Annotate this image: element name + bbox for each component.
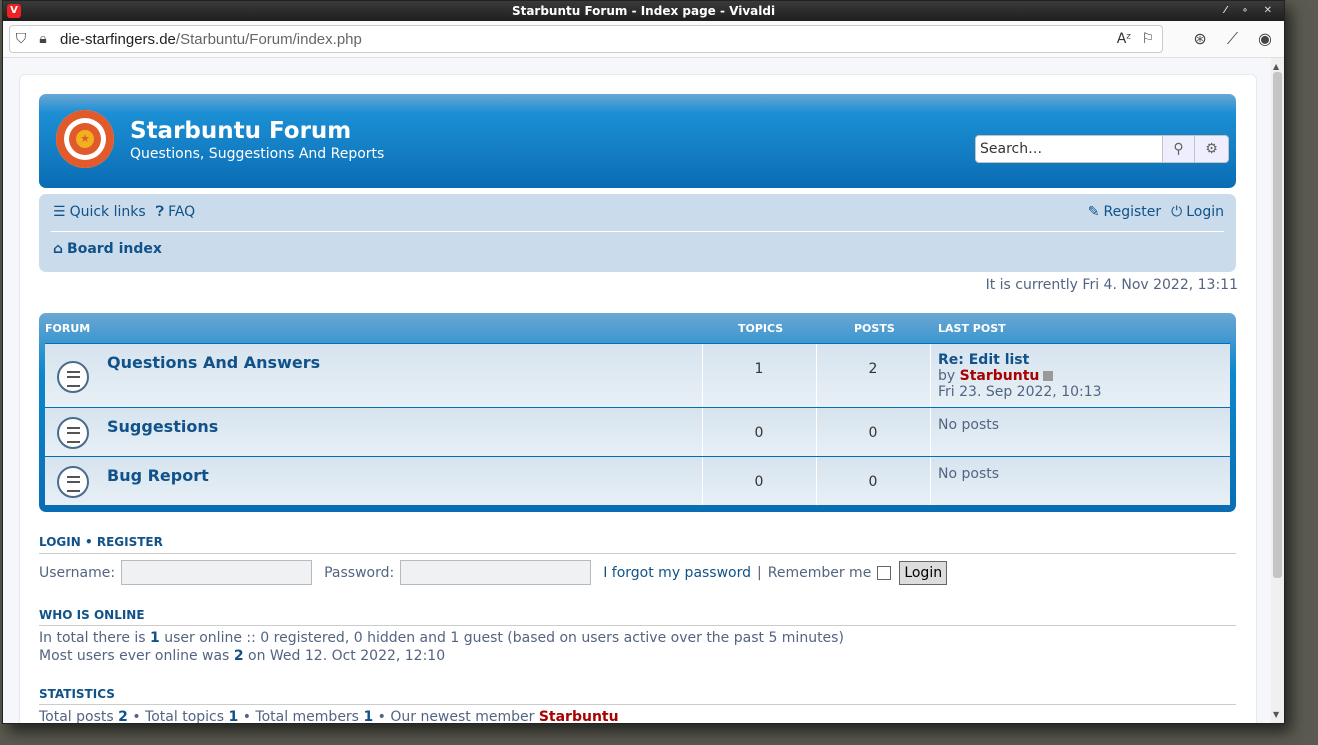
login-button[interactable]: Login	[899, 560, 948, 585]
globe-icon[interactable]: ◉	[1258, 29, 1272, 49]
address-bar: ⛉ 🔒︎ die-starfingers.de/Starbuntu/Forum/…	[3, 21, 1284, 58]
forum-title-link[interactable]: Questions And Answers	[107, 353, 320, 372]
remember-me-checkbox[interactable]	[877, 565, 892, 580]
register-link[interactable]: ✎ Register	[1088, 204, 1161, 220]
posts-count: 2	[868, 361, 878, 377]
current-time: It is currently Fri 4. Nov 2022, 13:11	[985, 277, 1238, 293]
header-posts: POSTS	[854, 322, 895, 335]
breadcrumb[interactable]: ⌂ Board index	[53, 241, 162, 257]
header-last-post: LAST POST	[938, 322, 1006, 335]
statistics-line: Total posts 2 • Total topics 1 • Total m…	[39, 709, 619, 723]
bookmark-icon[interactable]: ⚐	[1141, 31, 1154, 47]
shield-icon[interactable]: ⛉	[10, 31, 32, 47]
posts-count: 0	[868, 425, 878, 441]
quick-links-menu[interactable]: ☰ Quick links	[53, 204, 146, 220]
last-post-user-link[interactable]: Starbuntu	[960, 368, 1040, 384]
steering-wheel-icon[interactable]: ⊛	[1193, 29, 1206, 49]
advanced-search-button[interactable]: ⚙	[1195, 135, 1229, 163]
online-total: In total there is 1 user online :: 0 reg…	[39, 630, 844, 646]
title-bar: V Starbuntu Forum - Index page - Vivaldi…	[3, 1, 1284, 21]
lock-icon[interactable]: 🔒︎	[32, 31, 54, 47]
url-field[interactable]: ⛉ 🔒︎ die-starfingers.de/Starbuntu/Forum/…	[9, 25, 1163, 53]
last-post-title-link[interactable]: Re: Edit list	[938, 352, 1029, 368]
register-section-link[interactable]: REGISTER	[97, 535, 163, 549]
question-icon: ❓︎	[155, 204, 165, 220]
login-section-link[interactable]: LOGIN	[39, 535, 81, 549]
forum-title-link[interactable]: Bug Report	[107, 466, 209, 485]
login-link[interactable]: ⏻ Login	[1171, 204, 1224, 220]
header-forum: FORUM	[45, 322, 91, 335]
forum-row: Bug Report 0 0 No posts	[45, 456, 1230, 505]
topics-count: 0	[754, 425, 764, 441]
edit-icon: ✎	[1087, 204, 1100, 220]
login-form: Username: Password: I forgot my password…	[39, 560, 948, 585]
forum-row: Suggestions 0 0 No posts	[45, 407, 1230, 456]
statistics-heading: STATISTICS	[39, 687, 115, 701]
page-viewport: ★ Starbuntu Forum Questions, Suggestions…	[3, 58, 1271, 723]
topics-count: 0	[754, 474, 764, 490]
header-topics: TOPICS	[738, 322, 784, 335]
password-label: Password:	[324, 564, 395, 581]
site-header: ★ Starbuntu Forum Questions, Suggestions…	[39, 94, 1236, 188]
password-input[interactable]	[400, 560, 592, 585]
view-latest-post-icon[interactable]	[1043, 371, 1054, 381]
site-logo-icon[interactable]: ★	[56, 110, 114, 168]
scroll-up-icon[interactable]: ▲	[1273, 62, 1279, 71]
site-title[interactable]: Starbuntu Forum	[130, 118, 351, 144]
search-icon: ⚲	[1173, 141, 1184, 157]
window-controls[interactable]: ⁄ ∘ ✕	[1225, 1, 1278, 21]
forgot-password-link[interactable]: I forgot my password	[603, 565, 751, 581]
search-input[interactable]	[975, 135, 1163, 163]
navbar: ☰ Quick links ❓︎ FAQ ✎ Register ⏻ Login ⌂ Boa…	[39, 194, 1236, 272]
translate-icon[interactable]: Aᶻ	[1117, 31, 1132, 47]
username-input[interactable]	[121, 560, 313, 585]
forum-read-icon	[57, 417, 89, 449]
newest-member-link[interactable]: Starbuntu	[539, 709, 619, 723]
search-button[interactable]: ⚲	[1163, 135, 1195, 163]
remember-me-label: Remember me	[767, 564, 872, 581]
vertical-scrollbar[interactable]: ▲ ▼	[1271, 58, 1284, 723]
no-posts-text: No posts	[938, 417, 1000, 433]
last-post-info: Re: Edit list by Starbuntu Fri 23. Sep 2…	[938, 352, 1102, 400]
login-register-heading: LOGIN • REGISTER	[39, 535, 163, 549]
faq-link[interactable]: ❓︎ FAQ	[156, 204, 196, 220]
topics-count: 1	[754, 361, 764, 377]
forum-page: ★ Starbuntu Forum Questions, Suggestions…	[19, 74, 1257, 723]
scroll-down-icon[interactable]: ▼	[1273, 710, 1279, 719]
forum-read-icon	[57, 361, 89, 393]
last-post-date: Fri 23. Sep 2022, 10:13	[938, 384, 1102, 400]
username-label: Username:	[39, 564, 116, 581]
bars-icon: ☰	[53, 204, 66, 220]
vivaldi-logo-icon[interactable]: V	[7, 4, 21, 18]
home-icon: ⌂	[53, 241, 64, 257]
power-icon: ⏻	[1171, 204, 1183, 220]
gear-icon: ⚙	[1205, 141, 1218, 157]
who-is-online-heading: WHO IS ONLINE	[39, 608, 145, 622]
posts-count: 0	[868, 474, 878, 490]
url-text[interactable]: die-starfingers.de/Starbuntu/Forum/index…	[60, 31, 362, 48]
forum-title-link[interactable]: Suggestions	[107, 417, 218, 436]
scrollbar-thumb[interactable]	[1273, 72, 1282, 578]
forum-read-icon	[57, 466, 89, 498]
window-title: Starbuntu Forum - Index page - Vivaldi	[511, 4, 776, 18]
reader-icon[interactable]: ⟋	[1227, 29, 1238, 49]
browser-window: V Starbuntu Forum - Index page - Vivaldi…	[2, 0, 1285, 724]
search-box: ⚲ ⚙	[975, 135, 1229, 163]
site-description: Questions, Suggestions And Reports	[130, 146, 385, 162]
forum-row: Questions And Answers 1 2 Re: Edit list …	[45, 343, 1230, 407]
no-posts-text: No posts	[938, 466, 1000, 482]
forum-list: FORUM TOPICS POSTS LAST POST Questions A…	[39, 313, 1236, 512]
online-record: Most users ever online was 2 on Wed 12. …	[39, 648, 446, 664]
